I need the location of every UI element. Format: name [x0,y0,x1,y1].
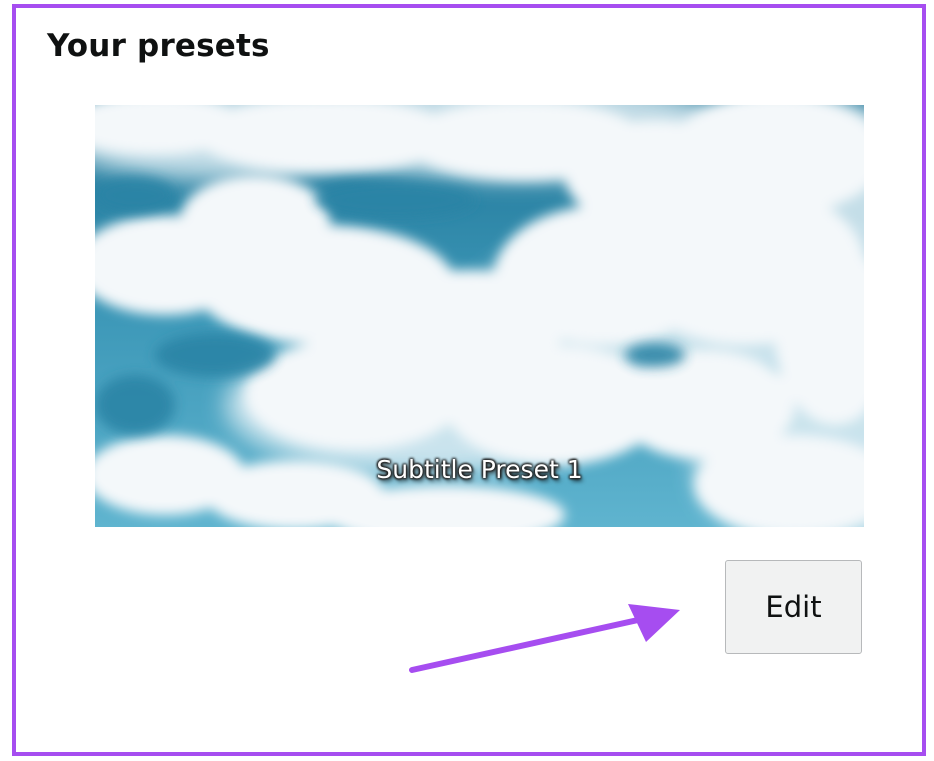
annotation-arrow-icon [409,604,680,673]
preset-caption: Subtitle Preset 1 [376,455,583,484]
page-title: Your presets [47,28,270,64]
edit-button[interactable]: Edit [725,560,862,654]
preset-preview[interactable]: Subtitle Preset 1 [95,105,864,527]
